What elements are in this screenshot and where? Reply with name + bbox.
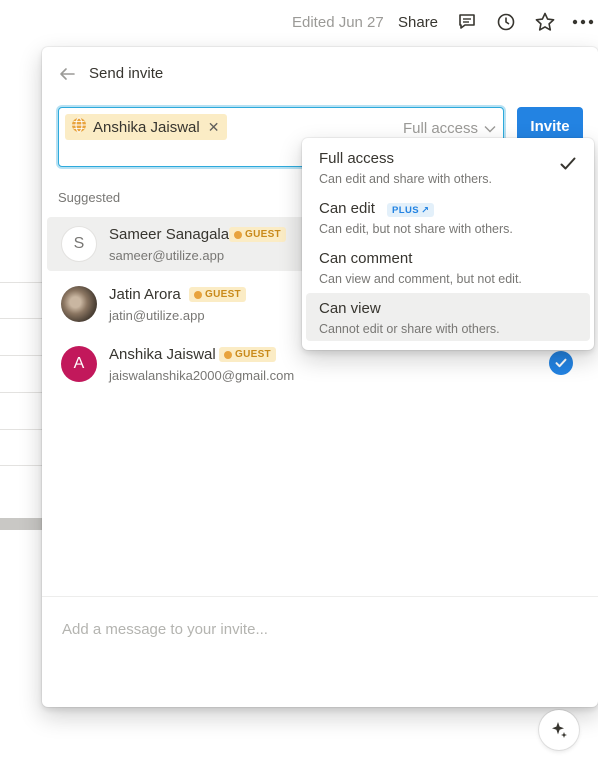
avatar: S	[61, 226, 97, 262]
back-arrow-icon[interactable]	[58, 65, 78, 83]
top-bar: Edited Jun 27 Share	[0, 0, 598, 46]
invitee-chip: Anshika Jaiswal ✕	[65, 114, 228, 140]
user-name: Anshika Jaiswal	[109, 346, 216, 363]
remove-invitee-icon[interactable]: ✕	[208, 119, 220, 136]
suggested-heading: Suggested	[58, 190, 121, 205]
sparkle-ai-button[interactable]	[539, 710, 579, 750]
avatar: A	[61, 346, 97, 382]
option-description: Cannot edit or share with others.	[319, 322, 500, 336]
guest-globe-icon	[194, 290, 202, 299]
access-option-can-view[interactable]: Can view Cannot edit or share with other…	[306, 293, 590, 341]
sparkle-icon	[552, 722, 567, 738]
guest-globe-icon	[224, 350, 232, 359]
guest-badge: GUEST	[229, 227, 286, 242]
clock-icon[interactable]	[494, 10, 518, 34]
user-email: sameer@utilize.app	[109, 248, 225, 263]
more-icon[interactable]	[571, 10, 595, 34]
guest-globe-icon	[234, 230, 242, 239]
share-button[interactable]: Share	[398, 14, 438, 31]
option-title: Can edit	[319, 200, 375, 217]
selected-check-icon	[549, 351, 573, 375]
globe-icon	[71, 117, 87, 138]
guest-badge: GUEST	[189, 287, 246, 302]
option-description: Can edit and share with others.	[319, 172, 493, 186]
access-option-full-access[interactable]: Full access Can edit and share with othe…	[306, 143, 590, 191]
option-description: Can view and comment, but not edit.	[319, 272, 522, 286]
invite-message-input[interactable]: Add a message to your invite...	[62, 621, 268, 638]
plus-badge: PLUS ↗	[387, 203, 435, 217]
invitee-chip-name: Anshika Jaiswal	[93, 118, 200, 136]
background-divider	[0, 282, 42, 283]
avatar-photo	[61, 286, 97, 322]
background-scrollbar	[0, 518, 42, 530]
background-divider	[0, 465, 42, 466]
option-title: Can comment	[319, 250, 413, 267]
star-icon[interactable]	[533, 10, 557, 34]
arrow-up-right-icon: ↗	[420, 204, 430, 216]
chevron-down-icon	[484, 125, 496, 132]
user-name: Jatin Arora	[109, 286, 181, 303]
user-email: jaiswalanshika2000@gmail.com	[109, 368, 295, 383]
background-divider	[0, 392, 42, 393]
background-divider	[0, 355, 42, 356]
edited-timestamp: Edited Jun 27	[292, 14, 384, 31]
option-title: Full access	[319, 150, 395, 167]
user-name: Sameer Sanagala	[109, 226, 230, 243]
access-option-can-comment[interactable]: Can comment Can view and comment, but no…	[306, 243, 590, 291]
option-title: Can view	[319, 300, 381, 317]
guest-badge: GUEST	[219, 347, 276, 362]
access-level-dropdown: Full access Can edit and share with othe…	[302, 138, 594, 350]
access-level-select[interactable]: Full access	[403, 120, 496, 137]
user-email: jatin@utilize.app	[109, 308, 205, 323]
comment-icon[interactable]	[455, 10, 479, 34]
panel-title: Send invite	[89, 65, 164, 82]
message-divider	[42, 596, 598, 597]
background-divider	[0, 429, 42, 430]
access-level-value: Full access	[403, 120, 479, 137]
option-description: Can edit, but not share with others.	[319, 222, 513, 236]
background-divider	[0, 318, 42, 319]
access-option-can-edit[interactable]: Can edit PLUS ↗ Can edit, but not share w…	[306, 193, 590, 241]
checkmark-icon	[560, 157, 576, 176]
